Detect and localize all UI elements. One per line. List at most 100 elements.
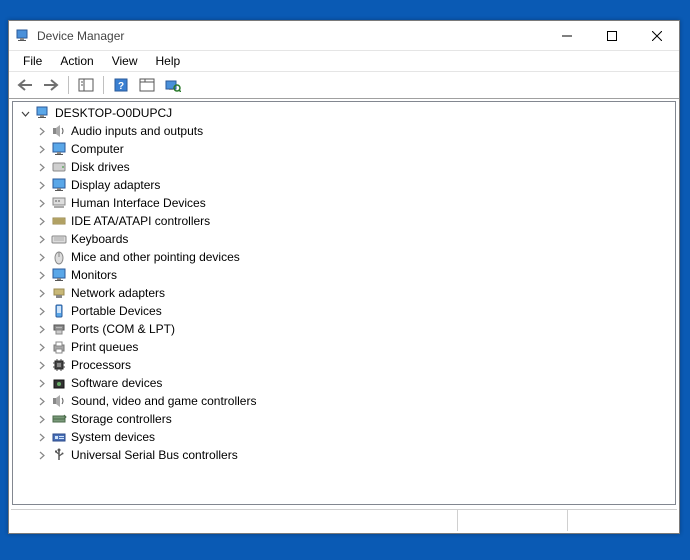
status-cell (457, 510, 567, 531)
device-tree-pane[interactable]: DESKTOP-O0DUPCJAudio inputs and outputsC… (12, 101, 676, 505)
expander-icon[interactable] (35, 359, 47, 371)
titlebar: Device Manager (9, 21, 679, 51)
tree-category-label: Network adapters (71, 284, 165, 302)
statusbar (11, 509, 677, 531)
expander-icon[interactable] (35, 125, 47, 137)
tree-category-label: Keyboards (71, 230, 128, 248)
tree-category-label: Sound, video and game controllers (71, 392, 256, 410)
properties-button[interactable] (135, 74, 159, 96)
port-icon (51, 321, 67, 337)
expander-icon[interactable] (35, 305, 47, 317)
printer-icon (51, 339, 67, 355)
tree-category-label: Print queues (71, 338, 138, 356)
show-hide-console-tree-button[interactable] (74, 74, 98, 96)
tree-category-label: Processors (71, 356, 131, 374)
tree-category[interactable]: System devices (15, 428, 673, 446)
menu-action[interactable]: Action (52, 52, 101, 70)
expander-icon[interactable] (35, 251, 47, 263)
expander-icon[interactable] (35, 449, 47, 461)
tree-category[interactable]: Audio inputs and outputs (15, 122, 673, 140)
menu-file[interactable]: File (15, 52, 50, 70)
expander-icon[interactable] (35, 323, 47, 335)
mouse-icon (51, 249, 67, 265)
forward-button[interactable] (39, 74, 63, 96)
toolbar-separator (68, 76, 69, 94)
expander-icon[interactable] (35, 143, 47, 155)
expander-icon[interactable] (35, 233, 47, 245)
tree-category[interactable]: Display adapters (15, 176, 673, 194)
tree-category-label: System devices (71, 428, 155, 446)
tree-category[interactable]: Keyboards (15, 230, 673, 248)
window-title: Device Manager (37, 29, 544, 43)
tree-category[interactable]: Ports (COM & LPT) (15, 320, 673, 338)
expander-icon[interactable] (35, 179, 47, 191)
expander-icon[interactable] (19, 107, 31, 119)
cpu-icon (51, 357, 67, 373)
monitor-icon (51, 267, 67, 283)
window-controls (544, 21, 679, 50)
tree-category[interactable]: Universal Serial Bus controllers (15, 446, 673, 464)
keyboard-icon (51, 231, 67, 247)
toolbar-separator (103, 76, 104, 94)
tree-category[interactable]: Network adapters (15, 284, 673, 302)
tree-category-label: Computer (71, 140, 124, 158)
tree-category-label: Ports (COM & LPT) (71, 320, 175, 338)
svg-text:?: ? (118, 81, 124, 92)
tree-category[interactable]: Processors (15, 356, 673, 374)
expander-icon[interactable] (35, 197, 47, 209)
ide-icon (51, 213, 67, 229)
expander-icon[interactable] (35, 377, 47, 389)
tree-category-label: Human Interface Devices (71, 194, 206, 212)
device-tree: DESKTOP-O0DUPCJAudio inputs and outputsC… (13, 102, 675, 472)
maximize-button[interactable] (589, 21, 634, 50)
tree-category-label: Audio inputs and outputs (71, 122, 203, 140)
tree-category-label: IDE ATA/ATAPI controllers (71, 212, 210, 230)
tree-category[interactable]: Print queues (15, 338, 673, 356)
tree-category[interactable]: Computer (15, 140, 673, 158)
tree-category[interactable]: Monitors (15, 266, 673, 284)
tree-category[interactable]: Human Interface Devices (15, 194, 673, 212)
expander-icon[interactable] (35, 341, 47, 353)
expander-icon[interactable] (35, 161, 47, 173)
expander-icon[interactable] (35, 287, 47, 299)
back-button[interactable] (13, 74, 37, 96)
expander-icon[interactable] (35, 413, 47, 425)
tree-category[interactable]: Sound, video and game controllers (15, 392, 673, 410)
expander-icon[interactable] (35, 215, 47, 227)
disk-icon (51, 159, 67, 175)
tree-category[interactable]: Portable Devices (15, 302, 673, 320)
close-button[interactable] (634, 21, 679, 50)
help-button[interactable]: ? (109, 74, 133, 96)
tree-category[interactable]: Storage controllers (15, 410, 673, 428)
tree-category-label: Mice and other pointing devices (71, 248, 240, 266)
monitor-icon (51, 177, 67, 193)
expander-icon[interactable] (35, 395, 47, 407)
menu-view[interactable]: View (104, 52, 146, 70)
tree-category-label: Storage controllers (71, 410, 172, 428)
portable-icon (51, 303, 67, 319)
hid-icon (51, 195, 67, 211)
computer-icon (35, 105, 51, 121)
status-cell (567, 510, 677, 531)
minimize-button[interactable] (544, 21, 589, 50)
app-icon (15, 28, 31, 44)
tree-category[interactable]: Software devices (15, 374, 673, 392)
monitor-icon (51, 141, 67, 157)
toolbar: ? (9, 71, 679, 99)
tree-category[interactable]: Mice and other pointing devices (15, 248, 673, 266)
menu-help[interactable]: Help (148, 52, 189, 70)
tree-category[interactable]: Disk drives (15, 158, 673, 176)
usb-icon (51, 447, 67, 463)
expander-icon[interactable] (35, 431, 47, 443)
tree-category-label: Display adapters (71, 176, 160, 194)
speaker-icon (51, 123, 67, 139)
speaker-icon (51, 393, 67, 409)
tree-category[interactable]: IDE ATA/ATAPI controllers (15, 212, 673, 230)
tree-category-label: Disk drives (71, 158, 130, 176)
expander-icon[interactable] (35, 269, 47, 281)
status-cell (11, 510, 457, 531)
network-icon (51, 285, 67, 301)
scan-hardware-button[interactable] (161, 74, 185, 96)
tree-category-label: Universal Serial Bus controllers (71, 446, 238, 464)
tree-root[interactable]: DESKTOP-O0DUPCJ (15, 104, 673, 122)
